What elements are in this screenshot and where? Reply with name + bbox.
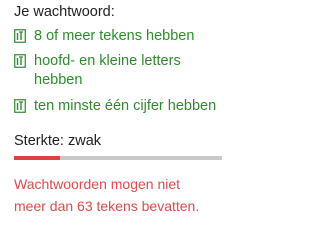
requirement-label: hoofd- en kleine letters hebben [34,53,181,88]
error-message: Wachtwoorden mogen niet meer dan 63 teke… [14,176,200,214]
check-icon [14,54,26,68]
requirement-digit: ten minste één cijfer hebben [14,97,224,116]
requirement-min-length: 8 of meer tekens hebben [14,27,224,46]
requirements-heading: Je wachtwoord: [14,4,115,20]
password-requirements-panel: Je wachtwoord: 8 of meer tekens hebben h… [14,0,224,217]
requirement-label: ten minste één cijfer hebben [34,98,217,114]
requirements-list: 8 of meer tekens hebben hoofd- en kleine… [14,27,224,116]
strength-meter-fill [14,156,60,160]
strength-meter [14,156,222,160]
requirement-label: 8 of meer tekens hebben [34,28,195,44]
check-icon [14,29,26,43]
requirement-upper-lower: hoofd- en kleine letters hebben [14,52,224,90]
check-icon [14,99,26,113]
strength-label: Sterkte: zwak [14,133,102,149]
